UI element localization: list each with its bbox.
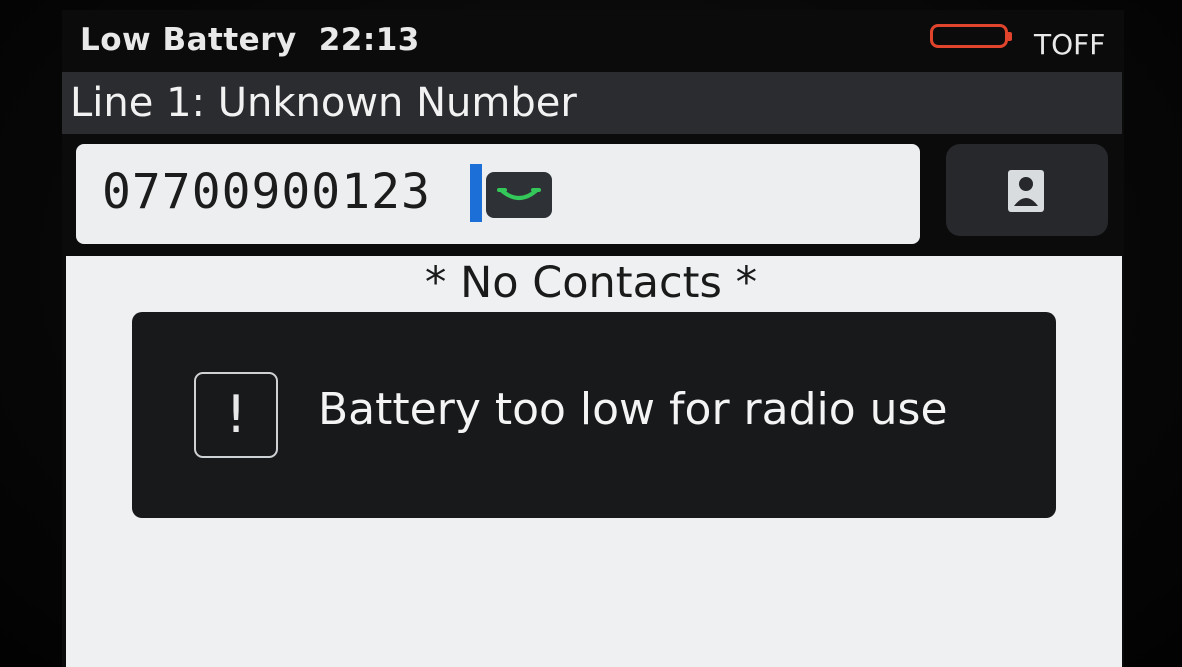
text-cursor <box>470 164 482 222</box>
dial-number: 07700900123 <box>102 164 431 220</box>
tx-status: TOFF <box>1034 28 1106 61</box>
contacts-button[interactable] <box>946 144 1108 236</box>
status-mode: Low Battery <box>80 22 297 58</box>
exclamation-icon: ! <box>194 372 278 458</box>
status-time: 22:13 <box>318 22 420 58</box>
line-header: Line 1: Unknown Number <box>62 72 1122 134</box>
status-bar: Low Battery 22:13 TOFF <box>62 10 1124 72</box>
contacts-list: * No Contacts * ! Battery too low for ra… <box>66 256 1122 667</box>
status-text: Low Battery 22:13 <box>80 22 420 58</box>
device-bezel: Low Battery 22:13 TOFF Line 1: Unknown Nu… <box>0 0 1182 667</box>
call-icon <box>497 188 541 200</box>
contact-icon <box>1008 170 1044 212</box>
alert-message: Battery too low for radio use <box>318 384 948 435</box>
alert-dialog: ! Battery too low for radio use <box>132 312 1056 518</box>
dial-input[interactable]: 07700900123 <box>76 144 920 244</box>
no-contacts-label: * No Contacts * <box>424 258 758 308</box>
call-button[interactable] <box>486 172 552 218</box>
line-title: Line 1: Unknown Number <box>70 80 577 126</box>
battery-icon <box>930 24 1012 48</box>
device-screen: Low Battery 22:13 TOFF Line 1: Unknown Nu… <box>62 10 1124 667</box>
